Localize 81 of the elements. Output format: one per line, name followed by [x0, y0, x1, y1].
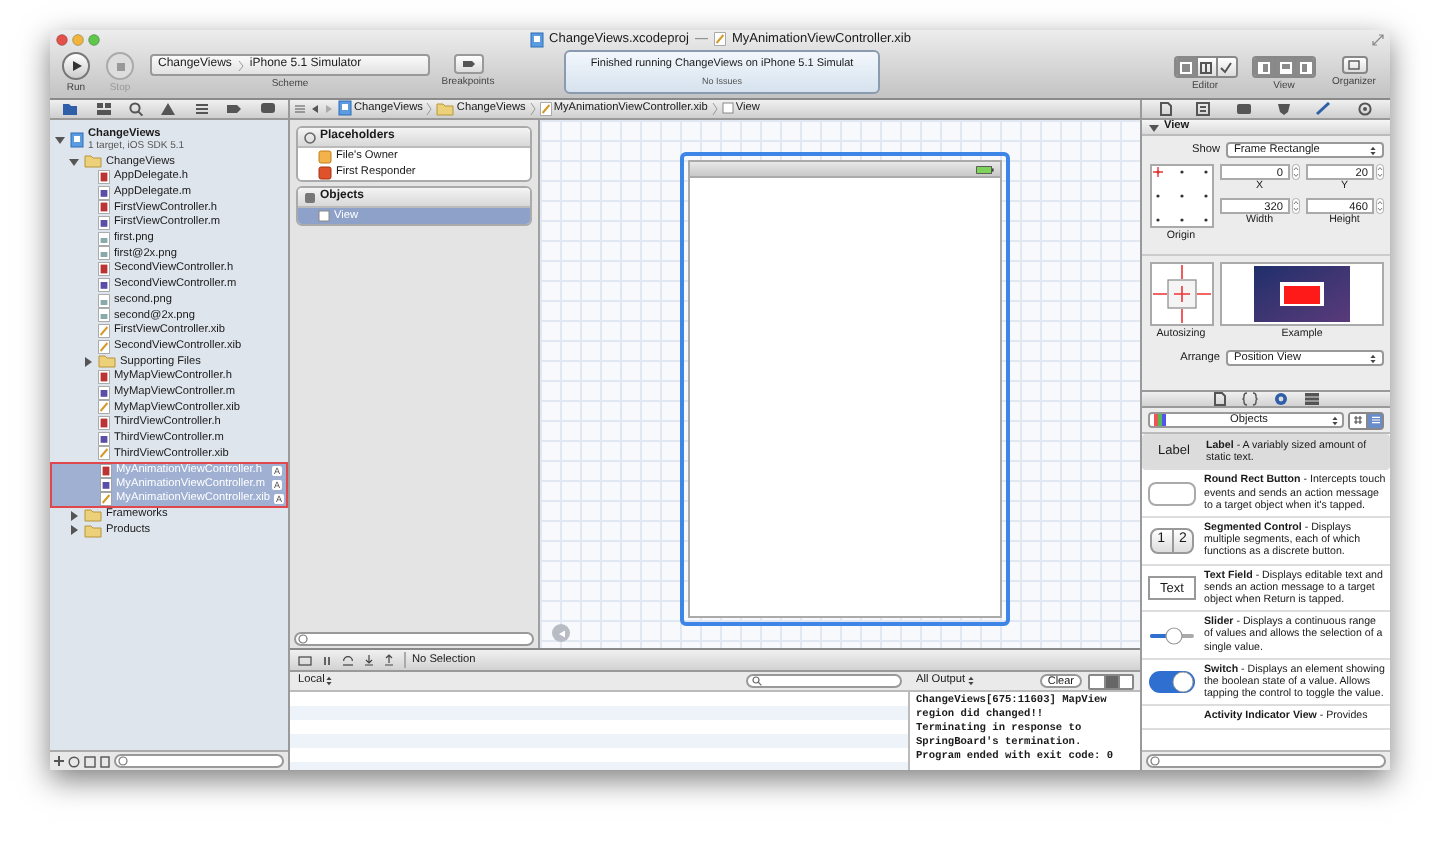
button-thumbnail [1148, 481, 1196, 506]
step-out-icon[interactable] [384, 654, 394, 666]
bubble-icon[interactable] [259, 102, 276, 116]
updown-icon [1332, 415, 1338, 425]
folder-icon [98, 354, 116, 369]
back-icon [557, 629, 565, 637]
pane-icon [1200, 61, 1212, 73]
search-field[interactable] [746, 674, 902, 688]
breakpoints-button[interactable] [453, 54, 483, 74]
file-icon [714, 32, 726, 46]
switch-thumbnail [1148, 670, 1196, 695]
list-icon[interactable] [193, 102, 210, 116]
stepper[interactable] [1291, 198, 1299, 215]
search-icon[interactable] [128, 102, 145, 116]
add-icon[interactable] [54, 756, 64, 766]
stepper[interactable] [1376, 164, 1384, 181]
page-icon[interactable] [1160, 102, 1173, 116]
page-icon[interactable] [1213, 392, 1225, 406]
run-button[interactable] [62, 52, 90, 80]
filter-icon [118, 756, 128, 766]
project-icon [529, 31, 544, 47]
layout-toggle[interactable] [1118, 675, 1132, 687]
display-mode-toggle[interactable] [1366, 413, 1382, 427]
book-icon[interactable] [1196, 102, 1211, 116]
box-icon[interactable] [84, 755, 96, 767]
disclosure-triangle[interactable] [82, 355, 94, 368]
library-icon [1154, 414, 1166, 426]
updown-icon [1370, 353, 1376, 364]
braces-icon[interactable] [1241, 392, 1257, 406]
film-icon[interactable] [1303, 392, 1319, 406]
filter-field[interactable] [294, 631, 534, 645]
clock-icon[interactable] [68, 755, 80, 767]
list-icon [1371, 416, 1379, 424]
battery-icon [976, 165, 994, 173]
console-toggle-icon[interactable] [298, 655, 312, 665]
search-icon [752, 676, 762, 686]
filter-field[interactable] [1146, 754, 1386, 768]
view-toggle-button[interactable] [1254, 58, 1274, 76]
slider-thumbnail [1148, 625, 1196, 646]
pane-icon [1220, 61, 1232, 73]
filter-field[interactable] [114, 754, 284, 768]
view-toggle-button[interactable] [1274, 58, 1294, 76]
chevron-icon [237, 59, 244, 71]
back-icon[interactable] [310, 104, 320, 114]
updown-icon [326, 675, 333, 686]
layout-toggle[interactable] [1090, 675, 1104, 687]
fullscreen-icon[interactable] [1372, 33, 1384, 45]
filter-icon [1150, 756, 1160, 766]
updown-icon [1370, 145, 1376, 156]
step-into-icon[interactable] [364, 654, 374, 666]
arrow-circle-icon[interactable] [1357, 102, 1372, 116]
stepper[interactable] [1376, 198, 1384, 215]
pane-icon [1179, 61, 1191, 73]
autosizing-drawing[interactable] [1149, 262, 1213, 327]
editor-mode-button[interactable] [1215, 58, 1235, 76]
play-icon [71, 60, 81, 72]
filter-icon [298, 633, 308, 643]
disclosure-triangle[interactable] [54, 133, 66, 145]
layout-toggle[interactable] [1104, 675, 1118, 687]
editor-mode-button[interactable] [1175, 58, 1195, 76]
stop-icon [115, 61, 125, 71]
step-over-icon[interactable] [342, 654, 354, 666]
document-icon[interactable] [100, 755, 110, 767]
view-toggle-button[interactable] [1294, 58, 1314, 76]
tag-icon [461, 60, 475, 68]
updown-icon [967, 675, 974, 686]
grid-icon[interactable] [95, 102, 112, 116]
placeholder-icon [304, 131, 316, 143]
stepper[interactable] [1291, 164, 1299, 181]
disclosure-triangle[interactable] [1148, 121, 1160, 133]
folder-icon [84, 154, 102, 169]
display-mode-toggle[interactable] [1350, 413, 1366, 427]
pause-icon[interactable] [322, 655, 332, 665]
project-icon [70, 131, 84, 147]
grid-icon [1354, 416, 1362, 424]
disclosure-triangle[interactable] [68, 155, 80, 168]
window-icon [1348, 60, 1360, 70]
card-icon[interactable] [1235, 102, 1252, 116]
organizer-button[interactable] [1341, 56, 1367, 74]
editor-mode-button[interactable] [1195, 58, 1215, 76]
project-icon [338, 100, 352, 117]
